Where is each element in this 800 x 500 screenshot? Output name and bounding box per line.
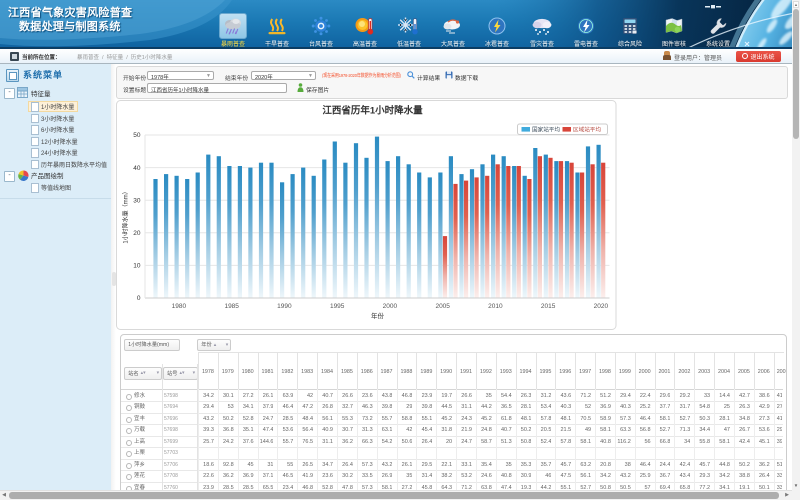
- svg-text:国家站平均: 国家站平均: [532, 126, 560, 134]
- svg-text:区域站平均: 区域站平均: [573, 126, 601, 134]
- svg-text:0: 0: [136, 295, 140, 302]
- svg-text:20: 20: [133, 230, 141, 237]
- svg-text:2005: 2005: [435, 303, 450, 310]
- svg-text:50: 50: [133, 132, 141, 139]
- svg-text:2010: 2010: [488, 303, 503, 310]
- svg-text:30: 30: [133, 197, 141, 204]
- svg-text:1980: 1980: [171, 303, 186, 310]
- svg-text:1985: 1985: [224, 303, 239, 310]
- svg-text:年份: 年份: [371, 311, 385, 320]
- svg-text:1990: 1990: [277, 303, 292, 310]
- svg-text:2020: 2020: [593, 303, 608, 310]
- svg-text:40: 40: [133, 165, 141, 172]
- svg-text:1995: 1995: [329, 303, 344, 310]
- svg-text:10: 10: [133, 263, 141, 270]
- svg-text:1小时降水量（mm）: 1小时降水量（mm）: [121, 188, 129, 243]
- svg-text:江西省历年1小时降水量: 江西省历年1小时降水量: [322, 105, 423, 117]
- svg-text:2000: 2000: [382, 303, 397, 310]
- svg-text:2015: 2015: [540, 303, 555, 310]
